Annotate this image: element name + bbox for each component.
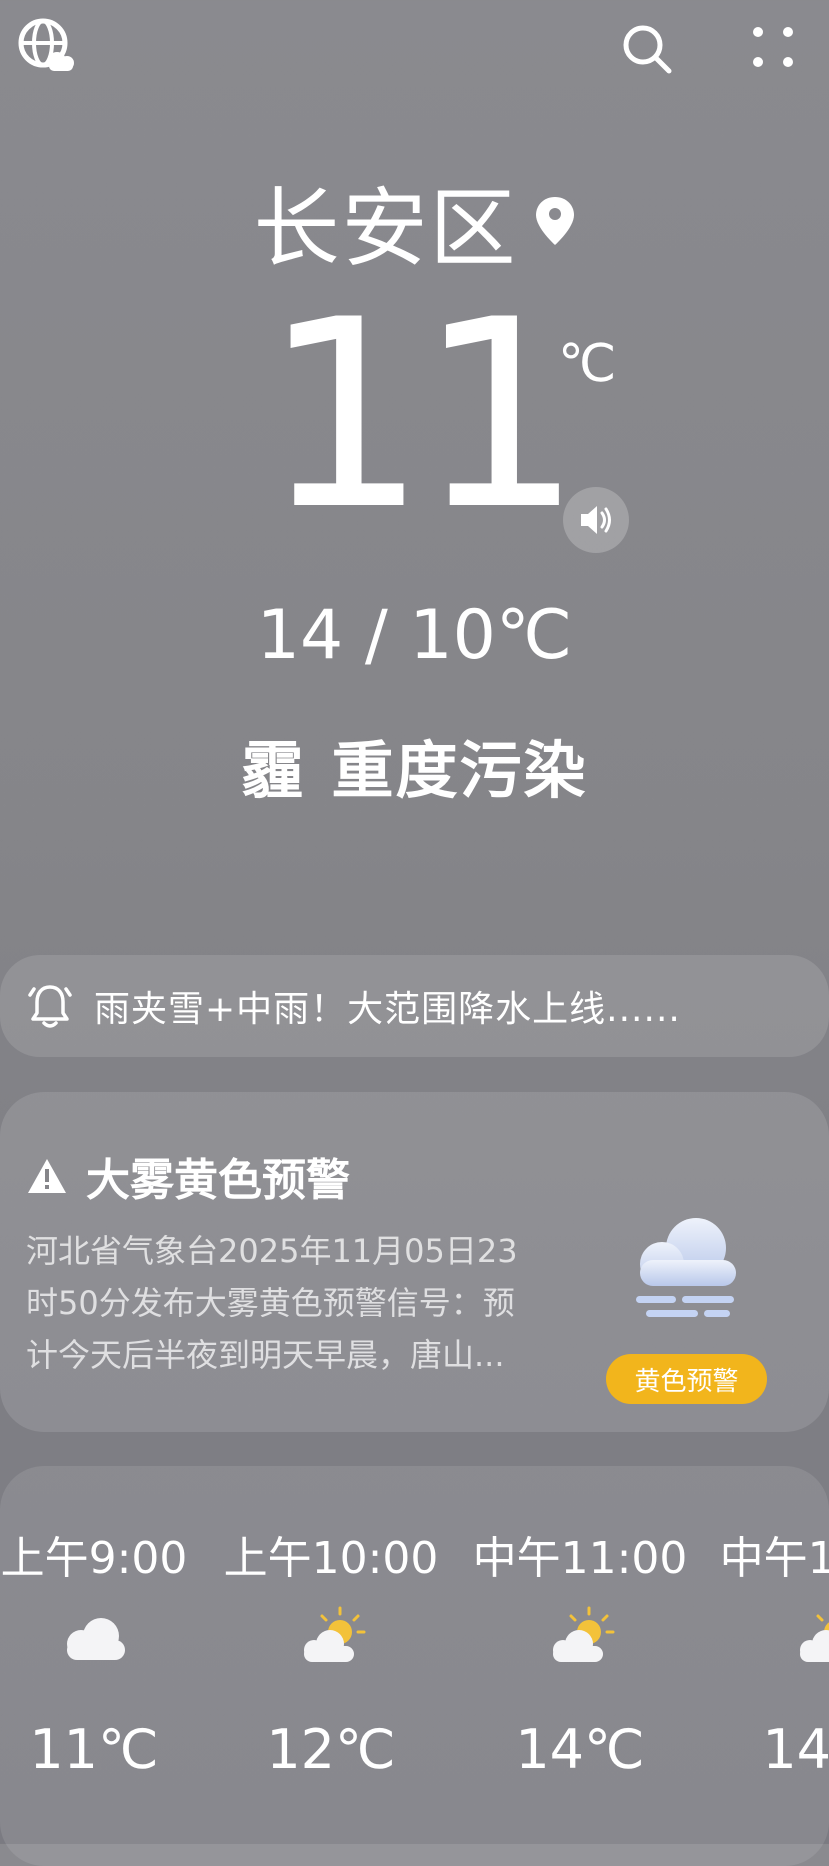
news-banner[interactable]: 雨夹雪+中雨！大范围降水上线...... <box>0 955 829 1057</box>
news-text: 雨夹雪+中雨！大范围降水上线...... <box>94 989 681 1030</box>
warning-title: 大雾黄色预警 <box>86 1155 350 1206</box>
warning-line: 时50分发布大雾黄色预警信号：预 <box>26 1284 515 1322</box>
current-temperature: 11 <box>262 265 583 567</box>
weather-condition: 霾 <box>241 734 306 807</box>
hour-time: 中午12:00 <box>719 1533 829 1584</box>
warning-title-row: 大雾黄色预警 <box>26 1144 350 1208</box>
hour-time: 中午11:00 <box>472 1533 688 1584</box>
warning-line: 河北省气象台2025年11月05日23 <box>26 1232 518 1270</box>
cloudy-icon <box>59 1606 131 1666</box>
hourly-forecast[interactable]: 上午9:00 11℃ 上午10:00 12℃ 中午11:00 14℃ 中午1 1… <box>0 1466 829 1866</box>
hour-temp: 12℃ <box>266 1718 396 1781</box>
warning-triangle-icon <box>28 1159 66 1193</box>
warning-card[interactable]: 大雾黄色预警 河北省气象台2025年11月05日23 时50分发布大雾黄色预警信… <box>0 1092 829 1432</box>
partly-sunny-icon <box>545 1606 617 1666</box>
location-pin-icon <box>535 196 574 245</box>
partly-sunny-icon <box>296 1606 368 1666</box>
partly-sunny-icon <box>792 1606 829 1666</box>
hour-temp: 14℃ <box>515 1718 645 1781</box>
warning-body: 河北省气象台2025年11月05日23 时50分发布大雾黄色预警信号：预 计今天… <box>26 1225 566 1381</box>
bell-icon <box>28 985 72 1028</box>
warning-level-badge: 黄色预警 <box>606 1354 767 1404</box>
temperature-range: 14 / 10℃ <box>256 596 573 675</box>
fog-icon <box>626 1212 750 1326</box>
condition-line: 霾重度污染 <box>0 720 829 810</box>
hour-temp: 14℃ <box>762 1718 829 1781</box>
temperature-unit: ℃ <box>558 334 617 394</box>
globe-cloud-icon[interactable] <box>16 16 76 76</box>
more-grid-icon[interactable] <box>748 22 798 72</box>
hour-temp: 11℃ <box>29 1718 159 1781</box>
hour-time: 上午10:00 <box>223 1533 439 1584</box>
hour-time: 上午9:00 <box>0 1533 188 1584</box>
search-icon[interactable] <box>618 20 674 76</box>
air-quality[interactable]: 重度污染 <box>332 734 588 807</box>
warning-line: 计今天后半夜到明天早晨，唐山... <box>26 1336 505 1374</box>
speaker-icon[interactable] <box>563 487 629 553</box>
